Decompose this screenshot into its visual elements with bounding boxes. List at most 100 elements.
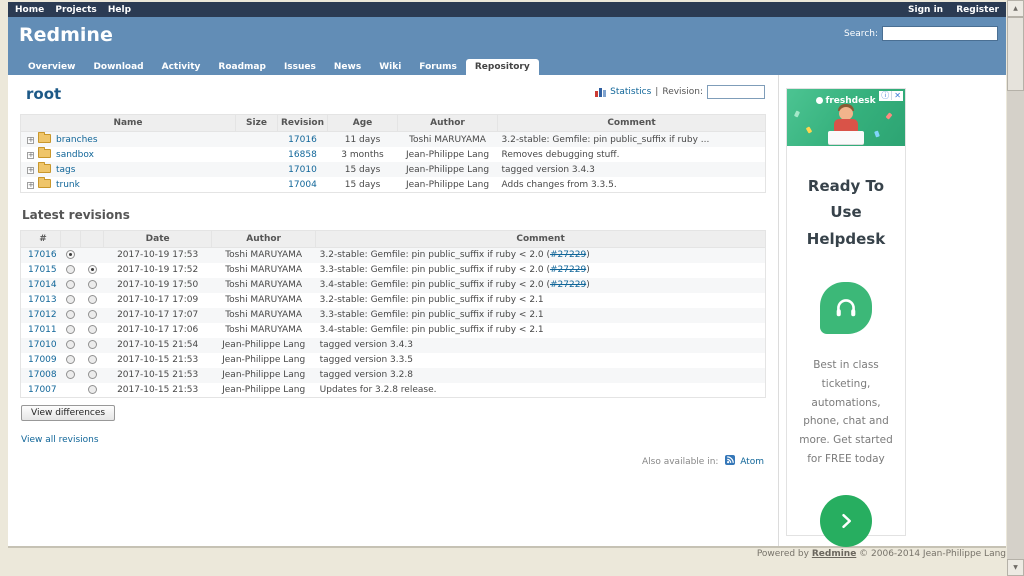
revision-row: 17007 2017-10-15 21:53 Jean-Philippe Lan… — [21, 383, 766, 398]
adchoices-controls[interactable]: ⓘ✕ — [879, 91, 903, 101]
tab-news[interactable]: News — [325, 59, 370, 75]
diff-to-radio[interactable] — [88, 385, 97, 394]
tab-activity[interactable]: Activity — [153, 59, 210, 75]
diff-from-radio[interactable] — [66, 355, 75, 364]
atom-feed-icon — [725, 455, 735, 465]
dir-name-link[interactable]: tags — [56, 165, 75, 175]
redmine-footer-link[interactable]: Redmine — [812, 549, 856, 559]
revision-link[interactable]: 17014 — [28, 280, 57, 290]
other-formats: Also available in: Atom — [20, 455, 766, 467]
tab-forums[interactable]: Forums — [410, 59, 466, 75]
diff-to-radio[interactable] — [88, 355, 97, 364]
revision-link[interactable]: 17015 — [28, 265, 57, 275]
comment-text: Updates for 3.2.8 release. — [320, 385, 437, 395]
search-input[interactable] — [882, 26, 998, 41]
folder-icon — [38, 134, 51, 143]
revision-date: 2017-10-19 17:50 — [104, 278, 212, 293]
revision-date: 2017-10-15 21:53 — [104, 368, 212, 383]
dir-revision-link[interactable]: 17010 — [288, 165, 317, 175]
ad-headline: Ready To Use Helpdesk — [795, 173, 897, 252]
diff-to-radio[interactable] — [88, 325, 97, 334]
expander-icon[interactable]: + — [27, 137, 34, 144]
revision-input[interactable] — [707, 85, 765, 99]
revision-link[interactable]: 17013 — [28, 295, 57, 305]
revision-link[interactable]: 17016 — [28, 250, 57, 260]
copyright-text: © 2006-2014 Jean-Philippe Lang — [856, 549, 1006, 559]
dir-revision-link[interactable]: 16858 — [288, 150, 317, 160]
tab-download[interactable]: Download — [84, 59, 152, 75]
statistics-link[interactable]: Statistics — [610, 87, 651, 97]
dir-comment: Adds changes from 3.3.5. — [498, 177, 766, 193]
diff-to-radio[interactable] — [88, 295, 97, 304]
dir-row: +tags 17010 15 days Jean-Philippe Lang t… — [21, 162, 766, 177]
tab-overview[interactable]: Overview — [19, 59, 84, 75]
ad-cta-arrow-button[interactable] — [820, 495, 872, 547]
ad-banner-image[interactable]: freshdesk ⓘ✕ — [787, 89, 905, 146]
expander-icon[interactable]: + — [27, 182, 34, 189]
revision-link[interactable]: 17007 — [28, 385, 57, 395]
contextual-toolbar: Statistics | Revision: — [595, 85, 765, 99]
powered-by-text: Powered by — [757, 549, 812, 559]
top-menu-help[interactable]: Help — [108, 5, 131, 15]
revision-link[interactable]: 17012 — [28, 310, 57, 320]
top-menu-home[interactable]: Home — [15, 5, 44, 15]
sign-in-link[interactable]: Sign in — [908, 5, 943, 15]
expander-icon[interactable]: + — [27, 152, 34, 159]
revision-link[interactable]: 17010 — [28, 340, 57, 350]
dir-age: 11 days — [328, 132, 398, 148]
dir-row: +branches 17016 11 days Toshi MARUYAMA 3… — [21, 132, 766, 148]
expander-icon[interactable]: + — [27, 167, 34, 174]
revision-row: 17008 2017-10-15 21:53 Jean-Philippe Lan… — [21, 368, 766, 383]
tab-repository[interactable]: Repository — [466, 59, 539, 75]
top-menu-projects[interactable]: Projects — [55, 5, 96, 15]
dir-name-link[interactable]: trunk — [56, 180, 80, 190]
diff-from-radio[interactable] — [66, 325, 75, 334]
revision-comment: tagged version 3.4.3 — [316, 338, 766, 353]
diff-to-radio[interactable] — [88, 280, 97, 289]
issue-link[interactable]: #27229 — [550, 280, 586, 290]
revision-author: Jean-Philippe Lang — [212, 368, 316, 383]
dir-name-link[interactable]: sandbox — [56, 150, 94, 160]
revision-link[interactable]: 17009 — [28, 355, 57, 365]
issue-link[interactable]: #27229 — [550, 250, 586, 260]
diff-from-radio[interactable] — [66, 340, 75, 349]
latest-revisions-heading: Latest revisions — [22, 208, 766, 222]
col-header-size: Size — [236, 115, 278, 132]
view-all-revisions-link[interactable]: View all revisions — [21, 435, 99, 445]
diff-from-radio[interactable] — [66, 265, 75, 274]
dir-revision-link[interactable]: 17016 — [288, 135, 317, 145]
also-available-label: Also available in: — [642, 457, 718, 467]
scrollbar-thumb[interactable] — [1007, 17, 1024, 91]
diff-from-radio[interactable] — [66, 310, 75, 319]
scroll-down-arrow-icon[interactable]: ▼ — [1007, 559, 1024, 576]
diff-to-radio[interactable] — [88, 265, 97, 274]
dir-author: Jean-Philippe Lang — [398, 177, 498, 193]
tab-wiki[interactable]: Wiki — [370, 59, 410, 75]
ad-close-icon[interactable]: ✕ — [891, 91, 901, 100]
diff-from-radio[interactable] — [66, 370, 75, 379]
tab-issues[interactable]: Issues — [275, 59, 325, 75]
diff-to-radio[interactable] — [88, 340, 97, 349]
scroll-up-arrow-icon[interactable]: ▲ — [1007, 0, 1024, 17]
revision-link[interactable]: 17011 — [28, 325, 57, 335]
diff-from-radio[interactable] — [66, 280, 75, 289]
diff-to-radio[interactable] — [88, 370, 97, 379]
view-differences-button[interactable]: View differences — [21, 405, 115, 421]
atom-link[interactable]: Atom — [740, 457, 764, 467]
revision-link[interactable]: 17008 — [28, 370, 57, 380]
col-header-revision: Revision — [278, 115, 328, 132]
advertisement[interactable]: freshdesk ⓘ✕ Ready To Use Helpdesk Best … — [786, 88, 906, 536]
diff-from-radio[interactable] — [66, 250, 75, 259]
dir-name-link[interactable]: branches — [56, 135, 98, 145]
register-link[interactable]: Register — [956, 5, 999, 15]
issue-link[interactable]: #27229 — [550, 265, 586, 275]
dir-author: Toshi MARUYAMA — [398, 132, 498, 148]
dir-size — [236, 177, 278, 193]
tab-roadmap[interactable]: Roadmap — [209, 59, 275, 75]
diff-from-radio[interactable] — [66, 295, 75, 304]
vertical-scrollbar[interactable]: ▲ ▼ — [1007, 0, 1024, 576]
dir-revision-link[interactable]: 17004 — [288, 180, 317, 190]
adchoices-info-icon[interactable]: ⓘ — [881, 91, 889, 100]
diff-to-radio[interactable] — [88, 310, 97, 319]
comment-text: 3.3-stable: Gemfile: pin public_suffix i… — [320, 265, 550, 275]
